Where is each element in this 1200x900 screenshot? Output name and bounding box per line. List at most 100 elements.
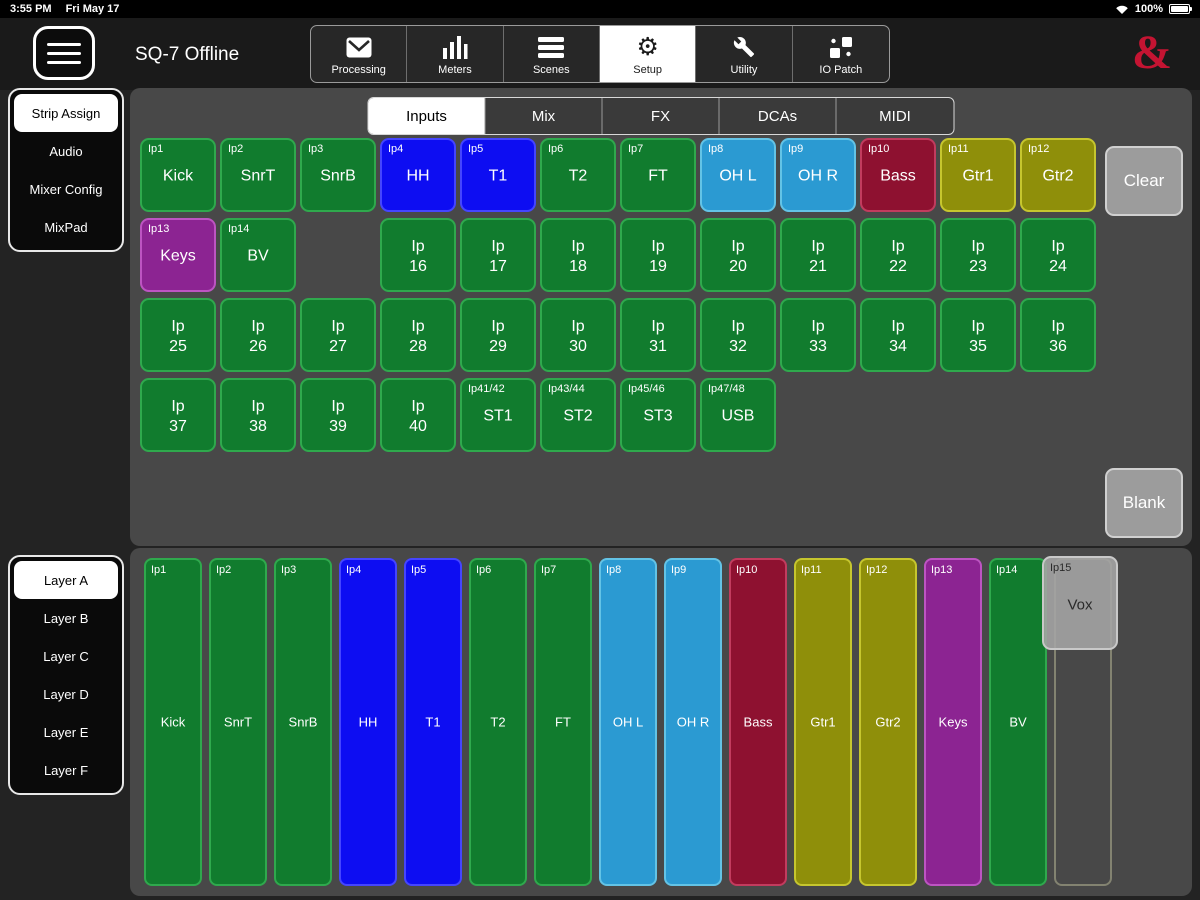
channel-button-ip1[interactable]: Ip1 Kick	[140, 138, 216, 212]
channel-button-ip22[interactable]: Ip 22	[860, 218, 936, 292]
toolbar-item-io-patch[interactable]: IO Patch	[793, 26, 889, 82]
channel-button-ip31[interactable]: Ip 31	[620, 298, 696, 372]
channel-button-ip30[interactable]: Ip 30	[540, 298, 616, 372]
channel-button-ip10[interactable]: Ip10 Bass	[860, 138, 936, 212]
menu-button[interactable]	[33, 26, 95, 80]
channel-name-label: SnrB	[320, 167, 356, 185]
channel-button-ip29[interactable]: Ip 29	[460, 298, 536, 372]
tab-inputs[interactable]: Inputs	[368, 98, 486, 134]
channel-id-label: Ip47/48	[708, 383, 745, 395]
tab-midi[interactable]: MIDI	[837, 98, 954, 134]
clear-button[interactable]: Clear	[1105, 146, 1183, 216]
sidebar-item-audio[interactable]: Audio	[14, 132, 118, 170]
sidebar-item-layer-c[interactable]: Layer C	[14, 637, 118, 675]
scenes-icon	[538, 33, 565, 61]
channel-strip-ip4[interactable]: Ip4 HH	[339, 558, 397, 886]
channel-strip-ip8[interactable]: Ip8 OH L	[599, 558, 657, 886]
channel-name-label: Ip 31	[649, 318, 667, 355]
channel-button-ip6[interactable]: Ip6 T2	[540, 138, 616, 212]
channel-button-ip40[interactable]: Ip 40	[380, 378, 456, 452]
sidebar-item-mixpad[interactable]: MixPad	[14, 208, 118, 246]
channel-name-label: SnrT	[223, 714, 253, 730]
channel-button-ip7[interactable]: Ip7 FT	[620, 138, 696, 212]
channel-button-ip19[interactable]: Ip 19	[620, 218, 696, 292]
channel-strip-ip12[interactable]: Ip12 Gtr2	[859, 558, 917, 886]
channel-strip-ip14[interactable]: Ip14 BV	[989, 558, 1047, 886]
channel-button-ip28[interactable]: Ip 28	[380, 298, 456, 372]
channel-name-label: Ip 23	[969, 238, 987, 275]
sidebar-item-mixer-config[interactable]: Mixer Config	[14, 170, 118, 208]
toolbar-item-setup[interactable]: ⚙ Setup	[599, 26, 697, 82]
channel-button-ip32[interactable]: Ip 32	[700, 298, 776, 372]
strip-assign-panel: Inputs Mix FX DCAs MIDI Ip1 Kick Ip2 SnrT Ip…	[130, 88, 1192, 546]
channel-name-label: Keys	[938, 714, 968, 730]
channel-button-ip4344[interactable]: Ip43/44 ST2	[540, 378, 616, 452]
channel-button-ip9[interactable]: Ip9 OH R	[780, 138, 856, 212]
channel-id-label: Ip11	[948, 143, 969, 155]
drag-ghost-vox[interactable]: Ip15 Vox	[1042, 556, 1118, 650]
channel-strip-ip1[interactable]: Ip1 Kick	[144, 558, 202, 886]
channel-button-ip35[interactable]: Ip 35	[940, 298, 1016, 372]
tab-mix[interactable]: Mix	[486, 98, 603, 134]
channel-button-ip24[interactable]: Ip 24	[1020, 218, 1096, 292]
channel-button-ip8[interactable]: Ip8 OH L	[700, 138, 776, 212]
channel-button-ip25[interactable]: Ip 25	[140, 298, 216, 372]
channel-button-ip37[interactable]: Ip 37	[140, 378, 216, 452]
channel-button-ip34[interactable]: Ip 34	[860, 298, 936, 372]
sidebar-item-layer-e[interactable]: Layer E	[14, 713, 118, 751]
channel-name-label: Ip 17	[489, 238, 507, 275]
channel-button-ip13[interactable]: Ip13 Keys	[140, 218, 216, 292]
channel-strip-ip11[interactable]: Ip11 Gtr1	[794, 558, 852, 886]
channel-strip-ip3[interactable]: Ip3 SnrB	[274, 558, 332, 886]
channel-button-ip27[interactable]: Ip 27	[300, 298, 376, 372]
channel-strip-ip10[interactable]: Ip10 Bass	[729, 558, 787, 886]
channel-button-ip2[interactable]: Ip2 SnrT	[220, 138, 296, 212]
channel-strip-ip2[interactable]: Ip2 SnrT	[209, 558, 267, 886]
channel-button-ip4[interactable]: Ip4 HH	[380, 138, 456, 212]
channel-id-label: Ip14	[996, 564, 1018, 576]
channel-button-ip21[interactable]: Ip 21	[780, 218, 856, 292]
channel-name-label: Gtr1	[810, 714, 836, 730]
channel-button-ip4546[interactable]: Ip45/46 ST3	[620, 378, 696, 452]
channel-button-ip16[interactable]: Ip 16	[380, 218, 456, 292]
sidebar-item-label: Strip Assign	[31, 105, 101, 121]
channel-button-ip3[interactable]: Ip3 SnrB	[300, 138, 376, 212]
channel-strip-ip7[interactable]: Ip7 FT	[534, 558, 592, 886]
sidebar-item-layer-d[interactable]: Layer D	[14, 675, 118, 713]
sidebar-item-layer-b[interactable]: Layer B	[14, 599, 118, 637]
tab-fx[interactable]: FX	[603, 98, 720, 134]
toolbar-item-scenes[interactable]: Scenes	[504, 26, 600, 82]
channel-button-ip38[interactable]: Ip 38	[220, 378, 296, 452]
channel-button-ip14[interactable]: Ip14 BV	[220, 218, 296, 292]
channel-button-ip4748[interactable]: Ip47/48 USB	[700, 378, 776, 452]
channel-strip-ip6[interactable]: Ip6 T2	[469, 558, 527, 886]
channel-button-ip36[interactable]: Ip 36	[1020, 298, 1096, 372]
channel-button-ip20[interactable]: Ip 20	[700, 218, 776, 292]
blank-button[interactable]: Blank	[1105, 468, 1183, 538]
channel-button-ip26[interactable]: Ip 26	[220, 298, 296, 372]
toolbar-item-processing[interactable]: Processing	[311, 26, 408, 82]
channel-button-ip33[interactable]: Ip 33	[780, 298, 856, 372]
channel-strip-ip5[interactable]: Ip5 T1	[404, 558, 462, 886]
channel-button-ip12[interactable]: Ip12 Gtr2	[1020, 138, 1096, 212]
toolbar-item-meters[interactable]: Meters	[407, 26, 504, 82]
channel-id-label: Ip15	[1050, 562, 1072, 574]
channel-strip-ip13[interactable]: Ip13 Keys	[924, 558, 982, 886]
channel-button-ip23[interactable]: Ip 23	[940, 218, 1016, 292]
toolbar-item-utility[interactable]: Utility	[696, 26, 793, 82]
channel-button-ip4142[interactable]: Ip41/42 ST1	[460, 378, 536, 452]
channel-strip-ip9[interactable]: Ip9 OH R	[664, 558, 722, 886]
tab-dcas[interactable]: DCAs	[720, 98, 837, 134]
channel-name-label: USB	[721, 407, 755, 425]
channel-button-ip17[interactable]: Ip 17	[460, 218, 536, 292]
channel-name-label: HH	[406, 167, 430, 185]
page-title: SQ-7 Offline	[135, 44, 240, 65]
sidebar-item-strip-assign[interactable]: Strip Assign	[14, 94, 118, 132]
sidebar-item-layer-a[interactable]: Layer A	[14, 561, 118, 599]
channel-button-ip39[interactable]: Ip 39	[300, 378, 376, 452]
channel-name-label: Keys	[160, 247, 196, 265]
channel-button-ip5[interactable]: Ip5 T1	[460, 138, 536, 212]
sidebar-item-layer-f[interactable]: Layer F	[14, 751, 118, 789]
channel-button-ip18[interactable]: Ip 18	[540, 218, 616, 292]
channel-button-ip11[interactable]: Ip11 Gtr1	[940, 138, 1016, 212]
